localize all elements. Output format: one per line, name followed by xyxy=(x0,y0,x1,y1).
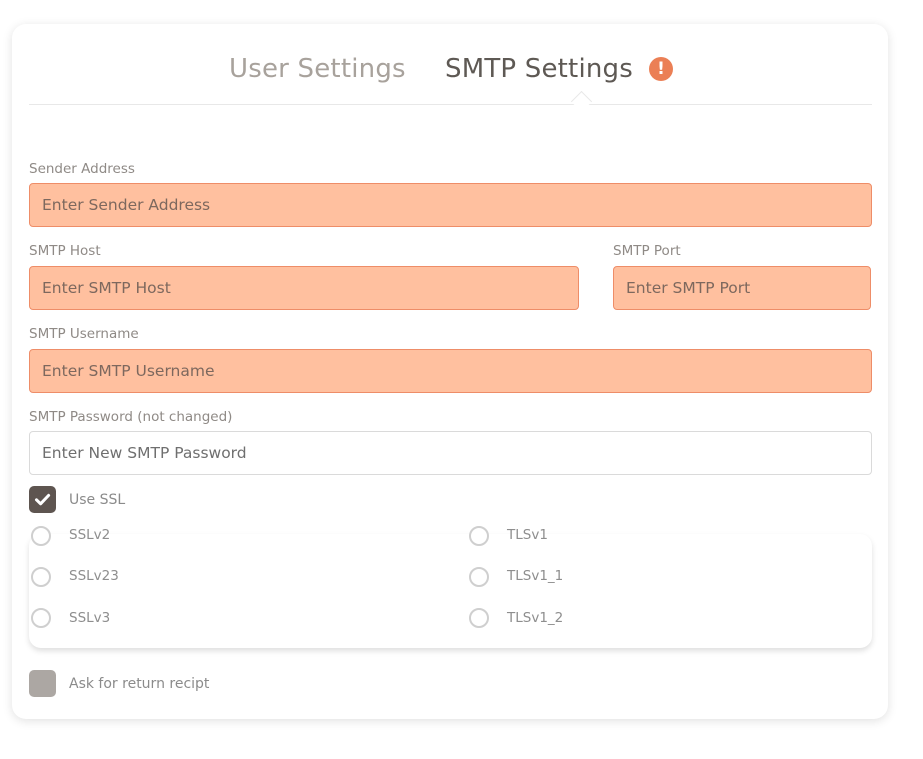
use-ssl-checkbox[interactable] xyxy=(29,486,56,513)
tab-smtp-settings[interactable]: SMTP Settings xyxy=(445,53,633,85)
sender-address-label: Sender Address xyxy=(29,161,135,177)
exclamation-icon: ! xyxy=(649,57,673,81)
radio-tlsv1-2[interactable] xyxy=(469,608,489,628)
use-ssl-label: Use SSL xyxy=(69,492,126,508)
radio-tlsv1-1[interactable] xyxy=(469,567,489,587)
sender-address-input[interactable] xyxy=(29,183,872,227)
radio-sslv3[interactable] xyxy=(31,608,51,628)
smtp-host-input[interactable] xyxy=(29,266,579,310)
radio-sslv23[interactable] xyxy=(31,567,51,587)
radio-tlsv1[interactable] xyxy=(469,526,489,546)
radio-label-tlsv1-1: TLSv1_1 xyxy=(507,568,564,584)
smtp-port-label: SMTP Port xyxy=(613,243,681,259)
radio-label-sslv23: SSLv23 xyxy=(69,568,119,584)
active-tab-indicator xyxy=(570,90,593,113)
radio-label-tlsv1: TLSv1 xyxy=(507,527,548,543)
return-receipt-label: Ask for return recipt xyxy=(69,676,210,692)
return-receipt-checkbox[interactable] xyxy=(29,670,56,697)
smtp-password-input[interactable] xyxy=(29,431,872,475)
smtp-host-label: SMTP Host xyxy=(29,243,101,259)
radio-label-tlsv1-2: TLSv1_2 xyxy=(507,610,564,626)
settings-tabs: User Settings SMTP Settings ! xyxy=(29,52,872,113)
smtp-username-input[interactable] xyxy=(29,349,872,393)
radio-sslv2[interactable] xyxy=(31,526,51,546)
smtp-password-label: SMTP Password (not changed) xyxy=(29,409,233,425)
smtp-port-input[interactable] xyxy=(613,266,871,310)
settings-card: User Settings SMTP Settings ! Sender Add… xyxy=(12,24,888,719)
tab-user-settings[interactable]: User Settings xyxy=(229,53,406,85)
checkmark-icon xyxy=(35,493,51,506)
smtp-username-label: SMTP Username xyxy=(29,326,139,342)
ssl-options-panel: SSLv2 SSLv23 SSLv3 TLSv1 TLSv1_1 TLSv1_2 xyxy=(29,526,872,648)
radio-label-sslv3: SSLv3 xyxy=(69,610,111,626)
radio-label-sslv2: SSLv2 xyxy=(69,527,111,543)
